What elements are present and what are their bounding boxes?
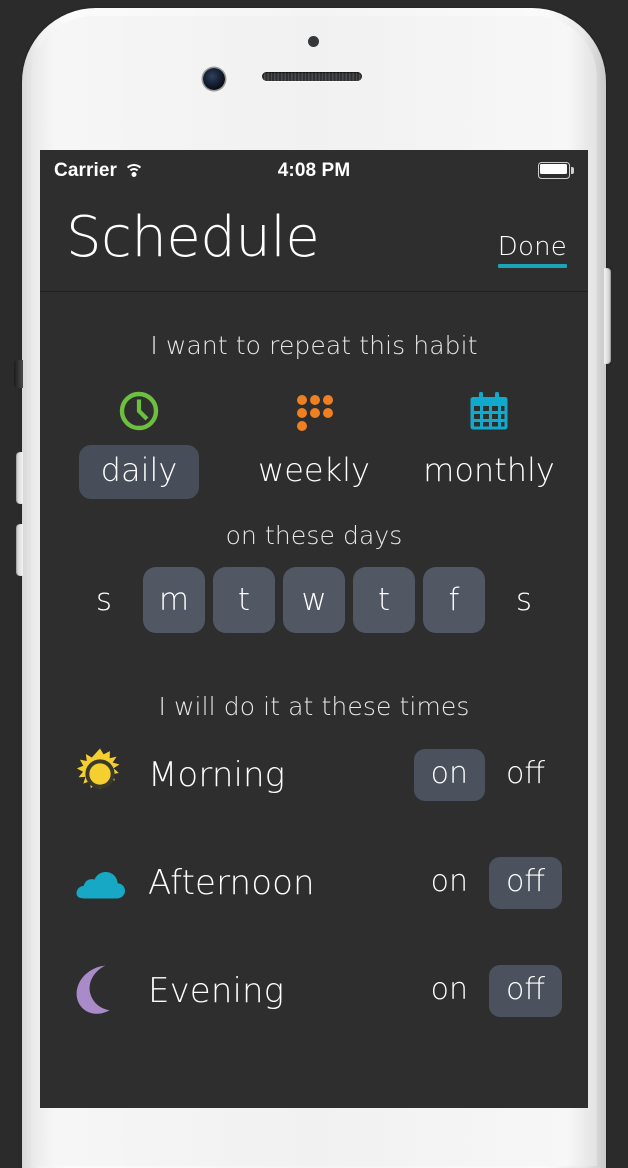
toggle-evening-on[interactable]: on [414, 965, 485, 1017]
done-button[interactable]: Done [497, 232, 567, 269]
calendar-icon [467, 386, 511, 436]
power-button[interactable] [604, 268, 611, 364]
toggle-afternoon: on off [414, 856, 562, 909]
time-row-afternoon: Afternoon on off [40, 829, 588, 937]
toggle-afternoon-off[interactable]: off [488, 856, 562, 909]
frequency-option-daily[interactable]: daily [64, 386, 214, 499]
repeat-section-label: I want to repeat this habit [150, 331, 478, 360]
days-section-label: on these days [225, 520, 403, 550]
day-cell-monday[interactable]: m [143, 566, 205, 633]
frequency-label-monthly: monthly [423, 451, 555, 489]
page-title: Schedule [66, 205, 320, 270]
volume-down-button[interactable] [16, 524, 23, 576]
toggle-afternoon-on[interactable]: on [414, 857, 485, 909]
toggle-morning: on off [413, 748, 562, 801]
toggle-evening: on off [414, 964, 562, 1017]
phone-device: Carrier 4:08 PM Schedule Done I want to … [0, 0, 628, 1168]
front-camera-icon [203, 68, 225, 90]
toggle-evening-off[interactable]: off [488, 964, 562, 1017]
frequency-option-monthly[interactable]: monthly [414, 386, 564, 499]
schedule-content: I want to repeat this habit daily weekly… [40, 331, 588, 1045]
day-cell-wednesday[interactable]: w [283, 566, 345, 633]
wifi-icon [124, 163, 145, 179]
time-row-evening: Evening on off [40, 937, 588, 1045]
day-cell-friday[interactable]: f [423, 566, 485, 633]
frequency-label-weekly: weekly [258, 451, 370, 489]
done-underline [497, 264, 567, 269]
phone-screen: Carrier 4:08 PM Schedule Done I want to … [40, 150, 588, 1108]
day-of-week-selector: s m t w t f s [40, 566, 588, 633]
clock-icon [117, 386, 161, 436]
frequency-option-weekly[interactable]: weekly [239, 386, 389, 499]
status-bar: Carrier 4:08 PM [40, 150, 588, 192]
time-label-afternoon: Afternoon [148, 862, 315, 903]
frequency-label-daily: daily [78, 445, 200, 499]
time-label-evening: Evening [148, 970, 285, 1011]
done-button-label: Done [497, 232, 567, 262]
moon-icon [64, 962, 136, 1020]
cloud-icon [64, 862, 136, 904]
silent-switch-button[interactable] [14, 360, 23, 388]
navigation-bar: Schedule Done [40, 192, 588, 292]
battery-full-icon [538, 162, 574, 179]
earpiece-speaker-icon [262, 72, 362, 81]
toggle-morning-on[interactable]: on [413, 748, 485, 801]
toggle-morning-off[interactable]: off [489, 749, 562, 801]
day-cell-sunday[interactable]: s [73, 567, 135, 633]
day-cell-tuesday[interactable]: t [213, 566, 275, 633]
proximity-sensor-icon [308, 36, 319, 47]
dots-grid-icon [292, 386, 336, 436]
carrier-label: Carrier [54, 160, 118, 181]
frequency-selector: daily weekly monthly [40, 386, 588, 499]
times-section-label: I will do it at these times [158, 691, 470, 721]
day-cell-thursday[interactable]: t [353, 566, 415, 633]
volume-up-button[interactable] [16, 452, 23, 504]
time-label-morning: Morning [148, 754, 286, 795]
status-bar-left: Carrier [54, 150, 145, 192]
day-cell-saturday[interactable]: s [493, 567, 555, 633]
time-row-morning: Morning on off [40, 721, 588, 829]
sun-icon [64, 746, 136, 804]
